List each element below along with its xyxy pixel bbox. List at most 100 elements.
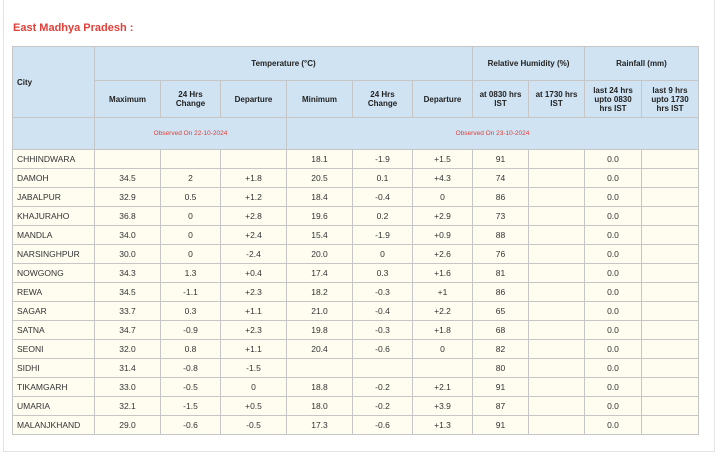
- cell-min-change: -0.6: [352, 339, 413, 359]
- table-body: CHHINDWARA 18.1 -1.9 +1.5 91 0.0 DAMOH 34.5 2 +1.…: [12, 149, 699, 435]
- cell-rain-9: [641, 396, 699, 416]
- cell-max-change: -1.5: [160, 396, 221, 416]
- header-min-change: 24 Hrs Change: [352, 80, 413, 118]
- cell-city: SEONI: [12, 339, 95, 359]
- observed-blank: [12, 117, 95, 150]
- cell-rain-9: [641, 263, 699, 283]
- cell-max-dep: [220, 149, 287, 169]
- cell-min-dep: +2.6: [412, 244, 473, 264]
- cell-rain-24: 0.0: [584, 396, 642, 416]
- cell-city: NOWGONG: [12, 263, 95, 283]
- cell-max-change: [160, 149, 221, 169]
- cell-rain-24: 0.0: [584, 377, 642, 397]
- cell-max: 30.0: [94, 244, 161, 264]
- cell-rain-9: [641, 225, 699, 245]
- cell-min: 21.0: [286, 301, 353, 321]
- cell-min-change: -0.3: [352, 320, 413, 340]
- header-temperature: Temperature (°C): [94, 46, 473, 81]
- section-title: East Madhya Pradesh :: [13, 22, 134, 34]
- cell-min-dep: +2.1: [412, 377, 473, 397]
- header-city: City: [12, 46, 95, 118]
- cell-rain-9: [641, 206, 699, 226]
- cell-rain-9: [641, 358, 699, 378]
- cell-rh-1730: [528, 206, 585, 226]
- cell-rain-9: [641, 149, 699, 169]
- cell-rain-24: 0.0: [584, 244, 642, 264]
- cell-rh-0830: 86: [472, 187, 529, 207]
- cell-max: 34.5: [94, 168, 161, 188]
- cell-max-change: 0.5: [160, 187, 221, 207]
- cell-max-dep: +1.2: [220, 187, 287, 207]
- cell-max-dep: +2.4: [220, 225, 287, 245]
- cell-min: 20.0: [286, 244, 353, 264]
- table-row: REWA 34.5 -1.1 +2.3 18.2 -0.3 +1 86 0.0: [12, 282, 699, 302]
- cell-rain-24: 0.0: [584, 225, 642, 245]
- cell-rain-24: 0.0: [584, 282, 642, 302]
- cell-max-change: 0: [160, 244, 221, 264]
- cell-max: [94, 149, 161, 169]
- cell-city: SATNA: [12, 320, 95, 340]
- cell-min: 19.6: [286, 206, 353, 226]
- cell-max-change: 0.3: [160, 301, 221, 321]
- cell-rain-24: 0.0: [584, 206, 642, 226]
- cell-max-dep: +2.3: [220, 320, 287, 340]
- cell-max: 34.7: [94, 320, 161, 340]
- cell-rain-9: [641, 377, 699, 397]
- cell-rh-1730: [528, 396, 585, 416]
- cell-rh-0830: 74: [472, 168, 529, 188]
- cell-city: KHAJURAHO: [12, 206, 95, 226]
- cell-max-change: -0.8: [160, 358, 221, 378]
- cell-rain-24: 0.0: [584, 168, 642, 188]
- cell-rh-1730: [528, 320, 585, 340]
- cell-rain-9: [641, 339, 699, 359]
- cell-min-change: -1.9: [352, 149, 413, 169]
- cell-min: 18.1: [286, 149, 353, 169]
- cell-rh-1730: [528, 225, 585, 245]
- table-row: MANDLA 34.0 0 +2.4 15.4 -1.9 +0.9 88 0.0: [12, 225, 699, 245]
- table-row: NOWGONG 34.3 1.3 +0.4 17.4 0.3 +1.6 81 0.0: [12, 263, 699, 283]
- table-row: CHHINDWARA 18.1 -1.9 +1.5 91 0.0: [12, 149, 699, 169]
- cell-city: CHHINDWARA: [12, 149, 95, 169]
- cell-rh-0830: 91: [472, 377, 529, 397]
- cell-min-change: 0: [352, 244, 413, 264]
- cell-rh-1730: [528, 282, 585, 302]
- cell-rain-24: 0.0: [584, 320, 642, 340]
- cell-min-dep: [412, 358, 473, 378]
- cell-rh-1730: [528, 301, 585, 321]
- cell-rain-24: 0.0: [584, 415, 642, 435]
- table-row: SIDHI 31.4 -0.8 -1.5 80 0.0: [12, 358, 699, 378]
- cell-city: MALANJKHAND: [12, 415, 95, 435]
- cell-max-change: -0.6: [160, 415, 221, 435]
- cell-max-change: -0.5: [160, 377, 221, 397]
- cell-rh-0830: 88: [472, 225, 529, 245]
- cell-max-change: 0.8: [160, 339, 221, 359]
- table-row: JABALPUR 32.9 0.5 +1.2 18.4 -0.4 0 86 0.0: [12, 187, 699, 207]
- table-row: MALANJKHAND 29.0 -0.6 -0.5 17.3 -0.6 +1.3 91 0.0: [12, 415, 699, 435]
- cell-min-dep: +4.3: [412, 168, 473, 188]
- cell-max: 29.0: [94, 415, 161, 435]
- cell-rh-0830: 87: [472, 396, 529, 416]
- cell-max-dep: +1.8: [220, 168, 287, 188]
- cell-rain-24: 0.0: [584, 301, 642, 321]
- cell-rh-1730: [528, 168, 585, 188]
- cell-city: SAGAR: [12, 301, 95, 321]
- table-row: KHAJURAHO 36.8 0 +2.8 19.6 0.2 +2.9 73 0.0: [12, 206, 699, 226]
- cell-rh-1730: [528, 358, 585, 378]
- cell-rh-0830: 73: [472, 206, 529, 226]
- cell-min: 18.2: [286, 282, 353, 302]
- header-rainfall: Rainfall (mm): [584, 46, 699, 81]
- observed-max-date: Observed On 22-10-2024: [94, 117, 287, 150]
- cell-min-change: -1.9: [352, 225, 413, 245]
- cell-max-change: 2: [160, 168, 221, 188]
- cell-min-dep: 0: [412, 187, 473, 207]
- cell-max: 32.0: [94, 339, 161, 359]
- cell-rain-24: 0.0: [584, 358, 642, 378]
- cell-min-change: 0.2: [352, 206, 413, 226]
- cell-city: NARSINGHPUR: [12, 244, 95, 264]
- cell-min-change: 0.1: [352, 168, 413, 188]
- cell-min: [286, 358, 353, 378]
- cell-rain-9: [641, 415, 699, 435]
- header-minimum: Minimum: [286, 80, 353, 118]
- cell-max: 33.0: [94, 377, 161, 397]
- cell-max-change: 0: [160, 206, 221, 226]
